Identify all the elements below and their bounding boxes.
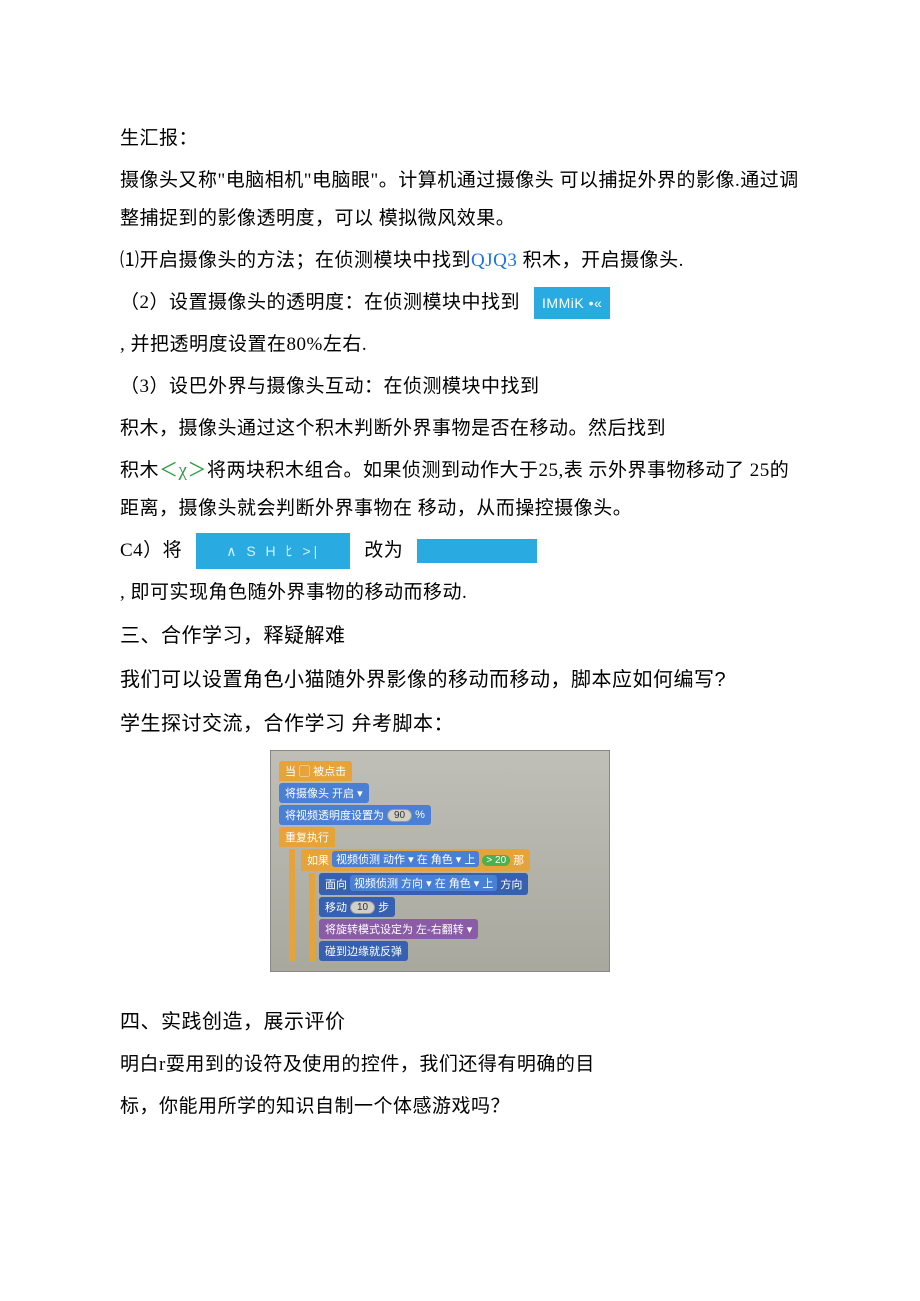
b3v: 90 <box>387 809 412 822</box>
badge-immik: IMMiK •« <box>534 287 610 319</box>
paragraph-camera-intro: 摄像头又称"电脑相机"电脑眼"。计算机通过摄像头 可以捕捉外界的影像.通过调整捕… <box>120 162 800 238</box>
b5b: 视频侦测 动作 ▾ 在 角色 ▾ 上 <box>332 851 479 867</box>
paragraph-step3b: 积木，摄像头通过这个积木判断外界事物是否在移动。然后找到 <box>120 410 800 448</box>
paragraph-practice-a: 明白r耍用到的设符及使用的控件，我们还得有明确的目 <box>120 1046 800 1084</box>
b6c: 方向 <box>500 876 522 892</box>
script-block-forever: 重复执行 <box>279 827 335 847</box>
b3a: 将视频透明度设置为 <box>285 807 384 823</box>
b6a: 面向 <box>325 876 347 892</box>
paragraph-step1: ⑴开启摄像头的方法；在侦测模块中找到QJQ3 积木，开启摄像头. <box>120 242 800 280</box>
script-block-camera-on: 将摄像头 开启 ▾ <box>279 783 369 803</box>
script-block-bounce: 碰到边缘就反弹 <box>319 941 408 961</box>
b7a: 移动 <box>325 899 347 915</box>
paragraph-step3: （3）设巴外界与摄像头互动：在侦测模块中找到 <box>120 368 800 406</box>
script-block-when-clicked: 当 ▢ 被点击 <box>279 761 352 781</box>
b5d: 那 <box>513 852 524 868</box>
paragraph-step4b: , 即可实现角色随外界事物的移动而移动. <box>120 574 800 612</box>
step2-text: （2）设置摄像头的透明度：在侦测模块中找到 <box>120 284 520 322</box>
heading-section3: 三、合作学习，释疑解难 <box>120 616 800 656</box>
b6b: 视频侦测 方向 ▾ 在 角色 ▾ 上 <box>350 875 497 891</box>
scratch-script-image: 当 ▢ 被点击 将摄像头 开启 ▾ 将视频透明度设置为 90 % 重复执行 如果… <box>270 750 610 972</box>
step1-text-a: ⑴开启摄像头的方法；在侦测模块中找到 <box>120 250 471 271</box>
paragraph-step4: C4）将 ∧ S H ﾋ >| 改为 <box>120 532 800 570</box>
script-block-transparency: 将视频透明度设置为 90 % <box>279 805 431 825</box>
b7v: 10 <box>350 901 375 914</box>
script-block-point: 面向 视频侦测 方向 ▾ 在 角色 ▾ 上 方向 <box>319 873 528 895</box>
paragraph-discuss: 学生探讨交流，合作学习 弁考脚本： <box>120 704 800 744</box>
b5a: 如果 <box>307 852 329 868</box>
script-block-rotation: 将旋转模式设定为 左-右翻转 ▾ <box>319 919 478 939</box>
b5c: > 20 <box>482 855 510 866</box>
paragraph-question: 我们可以设置角色小猫随外界影像的移动而移动，脚本应如何编写? <box>120 660 800 700</box>
link-qjq3[interactable]: QJQ3 <box>471 250 517 271</box>
step4-a: C4）将 <box>120 532 182 570</box>
paragraph-report-label: 生汇报： <box>120 120 800 158</box>
step4-b: 改为 <box>364 532 403 570</box>
step1-text-b: 积木，开启摄像头. <box>517 250 684 271</box>
paragraph-practice-b: 标，你能用所学的知识自制一个体感游戏吗？ <box>120 1088 800 1126</box>
green-chi: ＜χ＞ <box>159 460 207 481</box>
block-ash: ∧ S H ﾋ >| <box>196 533 350 569</box>
block-empty <box>417 539 537 563</box>
paragraph-step2: （2）设置摄像头的透明度：在侦测模块中找到 IMMiK •« <box>120 284 800 322</box>
paragraph-step2b: , 并把透明度设置在80%左右. <box>120 326 800 364</box>
heading-section4: 四、实践创造，展示评价 <box>120 1002 800 1042</box>
paragraph-step3c: 积木＜χ＞将两块积木组合。如果侦测到动作大于25,表 示外界事物移动了 25的距… <box>120 452 800 528</box>
script-block-move: 移动 10 步 <box>319 897 395 917</box>
step3c-a: 积木 <box>120 460 159 481</box>
b3b: % <box>415 809 425 821</box>
script-block-if: 如果 视频侦测 动作 ▾ 在 角色 ▾ 上 > 20 那 <box>301 849 530 871</box>
step3c-b: 将两块积木组合。如果侦测到动作大于25,表 示外界事物移动了 25的距离，摄像头… <box>120 460 789 519</box>
b7b: 步 <box>378 899 389 915</box>
